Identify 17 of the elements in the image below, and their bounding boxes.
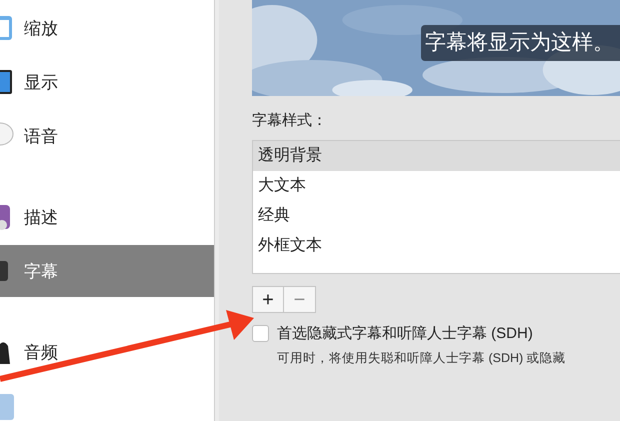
section-label: 字幕样式： — [252, 111, 328, 130]
checkbox-label: 首选隐藏式字幕和听障人士字幕 (SDH) — [277, 324, 533, 343]
hint-text: 可用时，将使用失聪和听障人士字幕 (SDH) 或隐藏 — [277, 350, 567, 367]
sidebar-item[interactable]: 字幕 — [0, 245, 214, 297]
sidebar-item[interactable]: 语音 — [0, 109, 214, 163]
sidebar-item[interactable]: 描述 — [0, 190, 214, 244]
display-icon — [0, 68, 14, 96]
checkbox[interactable] — [252, 325, 269, 342]
list-item[interactable]: 外框文本 — [253, 231, 620, 261]
sidebar-item[interactable]: 音频 — [0, 325, 214, 379]
list-item[interactable]: 经典 — [253, 201, 620, 231]
caption-sample: 字幕将显示为这样。 — [421, 25, 620, 61]
list-item[interactable]: 大文本 — [253, 171, 620, 201]
list-item[interactable]: 透明背景 — [253, 141, 620, 171]
sidebar-item[interactable]: 显示 — [0, 55, 214, 109]
sidebar-item[interactable]: 缩放 — [0, 1, 214, 55]
add-button[interactable]: + — [252, 286, 284, 313]
